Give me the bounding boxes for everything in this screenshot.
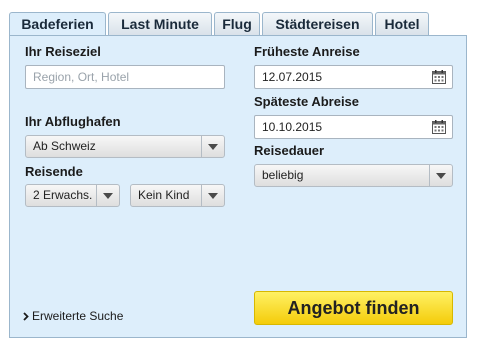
- duration-select-value: beliebig: [262, 168, 304, 182]
- chevron-right-icon: [23, 312, 29, 321]
- chevron-down-icon: [201, 185, 224, 206]
- tab-last-minute[interactable]: Last Minute: [108, 12, 212, 35]
- tab-hotel[interactable]: Hotel: [375, 12, 429, 35]
- airport-label: Ihr Abflughafen: [25, 114, 121, 129]
- latest-departure-value: 10.10.2015: [262, 120, 323, 134]
- adults-select-value: 2 Erwachs.: [33, 188, 93, 202]
- tab-flug[interactable]: Flug: [214, 12, 260, 35]
- latest-departure-label: Späteste Abreise: [254, 94, 360, 109]
- chevron-down-icon: [96, 185, 119, 206]
- airport-select-value: Ab Schweiz: [33, 139, 96, 153]
- chevron-down-icon: [201, 136, 224, 157]
- tab-badeferien[interactable]: Badeferien: [9, 12, 106, 37]
- calendar-icon[interactable]: [432, 120, 446, 134]
- earliest-arrival-value: 12.07.2015: [262, 70, 323, 84]
- duration-select[interactable]: beliebig: [254, 164, 453, 187]
- children-select-value: Kein Kind: [138, 188, 190, 202]
- calendar-icon[interactable]: [432, 70, 446, 84]
- earliest-arrival-label: Früheste Anreise: [254, 44, 360, 59]
- tab-staedtereisen[interactable]: Städtereisen: [262, 12, 373, 35]
- find-offer-button[interactable]: Angebot finden: [254, 291, 453, 325]
- latest-departure-input[interactable]: 10.10.2015: [254, 115, 453, 139]
- earliest-arrival-input[interactable]: 12.07.2015: [254, 65, 453, 89]
- destination-input[interactable]: Region, Ort, Hotel: [25, 65, 225, 89]
- destination-label: Ihr Reiseziel: [25, 44, 101, 59]
- adults-select[interactable]: 2 Erwachs.: [25, 184, 120, 207]
- advanced-search-link[interactable]: Erweiterte Suche: [23, 309, 123, 323]
- duration-label: Reisedauer: [254, 143, 325, 158]
- chevron-down-icon: [429, 165, 452, 186]
- airport-select[interactable]: Ab Schweiz: [25, 135, 225, 158]
- children-select[interactable]: Kein Kind: [130, 184, 225, 207]
- travelers-label: Reisende: [25, 164, 83, 179]
- advanced-search-label: Erweiterte Suche: [32, 309, 124, 323]
